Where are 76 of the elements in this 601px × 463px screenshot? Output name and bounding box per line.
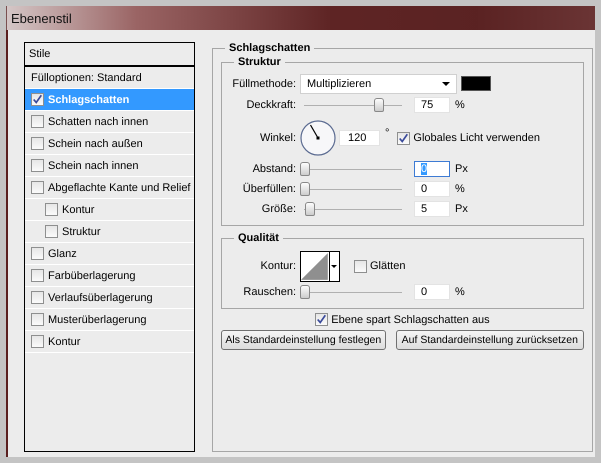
- checkbox[interactable]: [31, 291, 44, 304]
- style-item[interactable]: Struktur: [25, 221, 194, 243]
- style-item[interactable]: Schatten nach innen: [25, 111, 194, 133]
- style-item[interactable]: Glanz: [25, 243, 194, 265]
- unit-label: °: [385, 127, 390, 139]
- style-item[interactable]: Abgeflachte Kante und Relief: [25, 177, 194, 199]
- group-title: Struktur: [237, 56, 282, 68]
- style-item[interactable]: Schein nach außen: [25, 133, 194, 155]
- style-label: Farbüberlagerung: [48, 270, 136, 282]
- field-label: Rauschen:: [242, 286, 297, 298]
- style-label: Struktur: [62, 226, 101, 238]
- checkbox-label: Glätten: [370, 260, 406, 272]
- checkbox[interactable]: [45, 225, 58, 238]
- style-label: Schein nach außen: [48, 138, 143, 150]
- style-label: Glanz: [48, 248, 77, 260]
- style-item[interactable]: Schein nach innen: [25, 155, 194, 177]
- slider[interactable]: [304, 98, 402, 112]
- angle-dial[interactable]: [300, 120, 336, 156]
- field-label: Abstand:: [252, 163, 297, 175]
- default-button[interactable]: Auf Standardeinstellung zurücksetzen: [396, 330, 584, 350]
- color-swatch[interactable]: [461, 76, 491, 91]
- list-header: Stile: [25, 43, 194, 67]
- checkbox[interactable]: [31, 269, 44, 282]
- style-item[interactable]: Kontur: [25, 199, 194, 221]
- style-label: Fülloptionen: Standard: [31, 72, 142, 84]
- value-field[interactable]: 0: [414, 181, 450, 197]
- checkbox[interactable]: [31, 93, 44, 106]
- value-field[interactable]: 0: [414, 284, 450, 300]
- section-title: Schlagschatten: [228, 42, 312, 54]
- value-field[interactable]: 75: [414, 97, 450, 113]
- field-label: Größe:: [260, 203, 297, 215]
- unit-label: %: [455, 286, 465, 298]
- style-item[interactable]: Musterüberlagerung: [25, 309, 194, 331]
- style-label: Kontur: [48, 336, 80, 348]
- checkbox[interactable]: [31, 159, 44, 172]
- field-label: Deckkraft:: [245, 99, 297, 111]
- field-label: Kontur:: [260, 260, 297, 272]
- unit-label: Px: [455, 163, 468, 175]
- unit-label: %: [455, 99, 465, 111]
- style-label: Schatten nach innen: [48, 116, 148, 128]
- unit-label: %: [455, 183, 465, 195]
- checkbox[interactable]: [354, 260, 367, 272]
- style-label: Schein nach innen: [48, 160, 139, 172]
- checkbox[interactable]: [45, 203, 58, 216]
- group-title: Qualität: [237, 232, 280, 244]
- blend-mode-dropdown[interactable]: Multiplizieren: [300, 74, 457, 94]
- field-label: Füllmethode:: [231, 78, 297, 90]
- style-item[interactable]: Verlaufsüberlagerung: [25, 287, 194, 309]
- angle-field[interactable]: 120: [339, 130, 380, 146]
- default-button[interactable]: Als Standardeinstellung festlegen: [221, 330, 386, 350]
- style-label: Musterüberlagerung: [48, 314, 146, 326]
- checkbox[interactable]: [31, 137, 44, 150]
- slider[interactable]: [304, 202, 402, 216]
- style-item[interactable]: Kontur: [25, 331, 194, 353]
- checkbox[interactable]: [31, 335, 44, 348]
- unit-label: Px: [455, 203, 468, 215]
- value-field[interactable]: 5: [414, 201, 450, 217]
- caret-icon: [331, 264, 338, 268]
- checkbox[interactable]: [31, 313, 44, 326]
- style-label: Schlagschatten: [48, 94, 130, 106]
- style-item[interactable]: Farbüberlagerung: [25, 265, 194, 287]
- style-label: Kontur: [62, 204, 94, 216]
- field-label: Winkel:: [258, 132, 297, 144]
- contour-picker[interactable]: [300, 250, 340, 282]
- checkbox[interactable]: [31, 247, 44, 260]
- checkbox[interactable]: [315, 313, 328, 326]
- checkbox[interactable]: [31, 115, 44, 128]
- style-label: Verlaufsüberlagerung: [48, 292, 153, 304]
- checkbox-label: Globales Licht verwenden: [413, 132, 540, 144]
- style-label: Abgeflachte Kante und Relief: [48, 182, 190, 194]
- field-label: Überfüllen:: [242, 183, 297, 195]
- window-title: Ebenenstil: [11, 10, 72, 26]
- caret-icon: [442, 82, 450, 86]
- checkbox[interactable]: [31, 181, 44, 194]
- checkbox-label: Ebene spart Schlagschatten aus: [331, 314, 490, 326]
- checkbox[interactable]: [397, 132, 410, 144]
